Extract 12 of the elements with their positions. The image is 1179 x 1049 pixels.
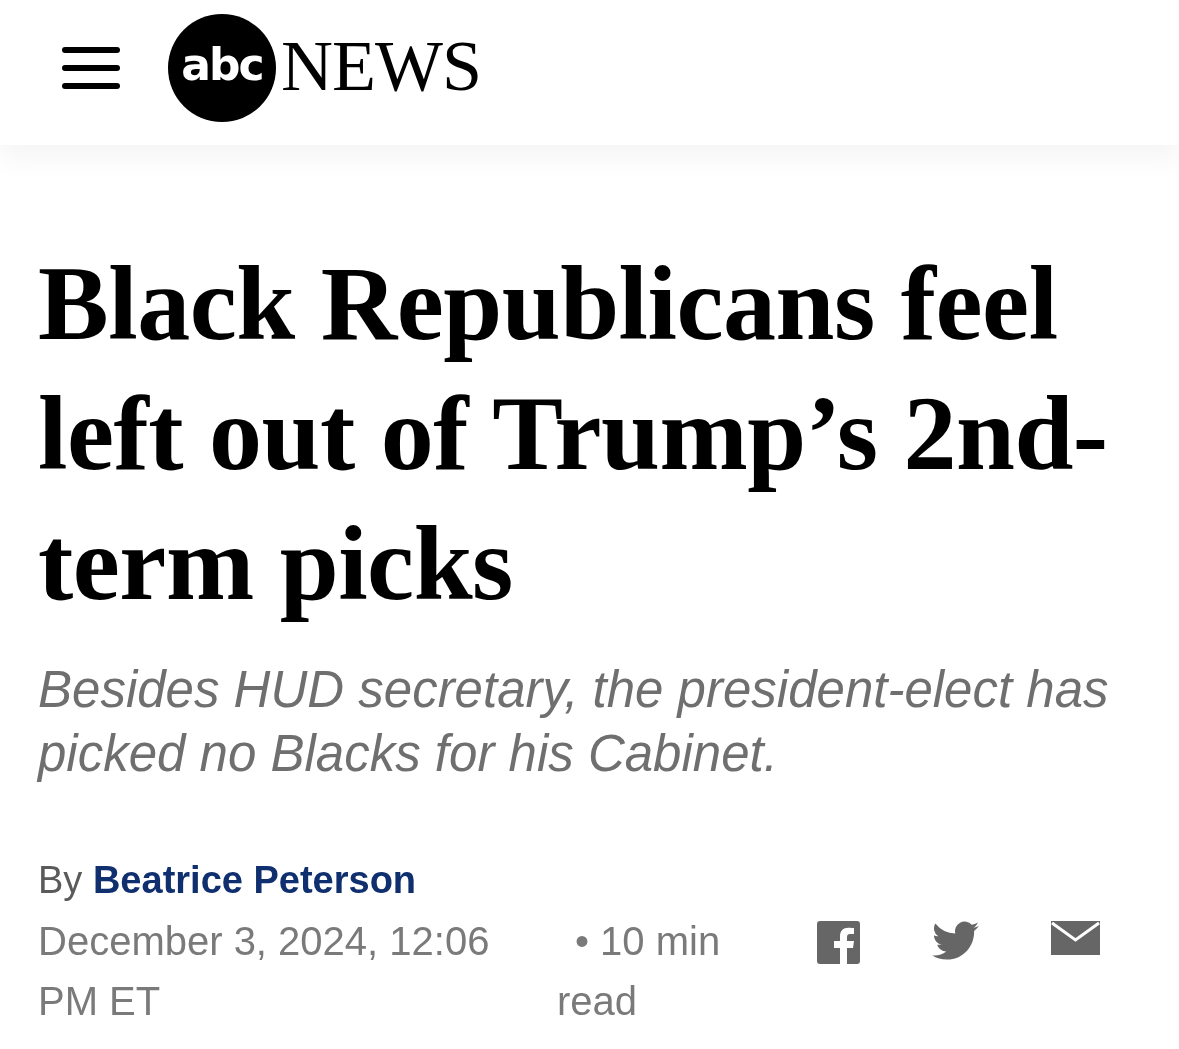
- bird-icon[interactable]: [932, 921, 979, 961]
- facebook-icon[interactable]: [817, 921, 860, 964]
- byline: By Beatrice Peterson: [38, 858, 418, 903]
- logo-wordmark[interactable]: NEWS: [281, 29, 481, 102]
- menu-icon[interactable]: [62, 46, 120, 89]
- author-link[interactable]: Beatrice Peterson: [92, 859, 417, 901]
- logo-badge[interactable]: abc: [168, 13, 276, 122]
- read-time: • 10 min read: [557, 918, 722, 1025]
- publish-date: December 3, 2024, 12:06 PM ET: [38, 918, 491, 1025]
- mail-icon[interactable]: [1051, 921, 1100, 955]
- headline: Black Republicans feel left out of Trump’s 2nd-term picks: [38, 244, 1109, 624]
- subheadline: Besides HUD secretary, the president-elect has picked no Blacks for his Cabinet.: [38, 660, 1110, 784]
